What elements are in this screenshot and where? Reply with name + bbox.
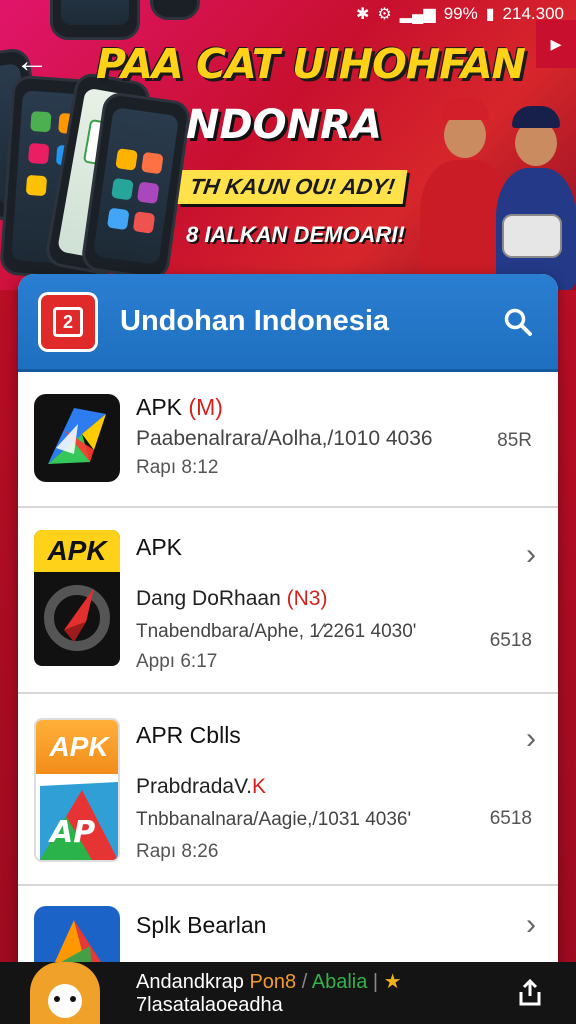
list-item[interactable]: Splk Bearlan › bbox=[18, 886, 558, 974]
app-logo-text: 2 bbox=[53, 306, 83, 337]
banner-tagline-1: TH KAUN OU! ADY! bbox=[177, 170, 407, 204]
chevron-right-icon[interactable]: › bbox=[526, 538, 536, 572]
battery-icon: ▮ bbox=[485, 6, 495, 23]
item-badge: (M) bbox=[188, 394, 223, 420]
panel-header: 2 Undohan Indonesia bbox=[18, 274, 558, 372]
item-subtitle: Dang DoRhaan (N3) bbox=[136, 587, 328, 610]
list-item[interactable]: APK AP APR Cblls PrabdradaV.K Tnbbanalna… bbox=[18, 694, 558, 886]
bottom-line-2: 7lasatalaoeadha bbox=[136, 994, 283, 1016]
item-title: Splk Bearlan bbox=[136, 912, 267, 938]
apk-app-icon: APK AP bbox=[34, 718, 120, 862]
item-badge: K bbox=[251, 775, 266, 798]
search-icon[interactable] bbox=[498, 302, 538, 342]
phone-illustration-top-2 bbox=[150, 0, 200, 20]
bottom-notification-bar[interactable]: Andandkrap Pon8 / Abalia | ★ 7lasatalaoe… bbox=[0, 962, 576, 1024]
mascot-illustration bbox=[502, 214, 562, 258]
item-badge: (N3) bbox=[286, 587, 328, 610]
bottom-text: Andandkrap Pon8 / Abalia | ★ 7lasatalaoe… bbox=[136, 969, 510, 1017]
star-icon: ★ bbox=[383, 971, 402, 993]
svg-text:AP: AP bbox=[48, 815, 95, 850]
app-list-panel: 2 Undohan Indonesia APK (M) Paabenalrara… bbox=[18, 274, 558, 974]
app-logo-icon[interactable]: 2 bbox=[38, 291, 98, 352]
item-path: Paabenalrara/Aolha,/1010 4036 bbox=[136, 427, 433, 450]
mascot-avatar bbox=[30, 962, 100, 1024]
item-title: APR Cblls bbox=[136, 722, 241, 748]
item-size: 6518 bbox=[489, 808, 532, 829]
banner-headline: PAA CAT UIHOHFAN bbox=[96, 40, 526, 88]
item-path: Tnbbanalnara/Aagie,/1031 4036' bbox=[136, 809, 412, 830]
item-meta: Rapı 8:26 bbox=[136, 841, 219, 862]
item-size: 6518 bbox=[489, 630, 532, 651]
bluetooth-icon: ✱ bbox=[356, 6, 370, 23]
phone-illustration-top bbox=[50, 0, 140, 40]
chevron-right-icon[interactable]: › bbox=[526, 908, 536, 942]
page-title: Undohan Indonesia bbox=[120, 305, 390, 337]
apk-app-icon bbox=[34, 394, 120, 482]
battery-percent: 99% bbox=[443, 4, 478, 23]
chevron-right-icon[interactable]: › bbox=[526, 722, 536, 756]
corner-menu-icon[interactable]: ▸ bbox=[536, 20, 576, 68]
banner-tagline-2: 8 IALKAN DEMOARI! bbox=[186, 222, 405, 247]
promo-banner[interactable]: ✱ ⚙ ▂▄▆ 99% ▮ 214.300 ← ▸ PAA CAT UIHOHF… bbox=[0, 0, 576, 290]
item-meta: Appı 6:17 bbox=[136, 651, 218, 672]
apk-app-icon: APK bbox=[34, 530, 120, 666]
item-meta: Rapı 8:12 bbox=[136, 457, 219, 478]
item-path: Tnabendbara/Aphe, 1⁄2261 4030' bbox=[136, 621, 417, 642]
item-title: APK bbox=[136, 534, 183, 560]
signal-icon: ▂▄▆ bbox=[399, 6, 436, 23]
item-subtitle: PrabdradaV.K bbox=[136, 775, 266, 798]
bottom-line-1: Andandkrap Pon8 / Abalia | ★ bbox=[136, 971, 402, 993]
share-icon[interactable] bbox=[510, 973, 550, 1013]
item-title: APK (M) bbox=[136, 394, 223, 420]
settings-icon: ⚙ bbox=[377, 6, 392, 23]
list-item[interactable]: APK (M) Paabenalrara/Aolha,/1010 4036 Ra… bbox=[18, 372, 558, 508]
banner-subhead: NDONRA bbox=[186, 102, 382, 148]
list-item[interactable]: APK APK Dang DoRhaan (N3) Tnabendbara/Ap… bbox=[18, 508, 558, 694]
back-arrow-icon[interactable]: ← bbox=[14, 44, 50, 80]
item-size: 85R bbox=[497, 430, 532, 451]
